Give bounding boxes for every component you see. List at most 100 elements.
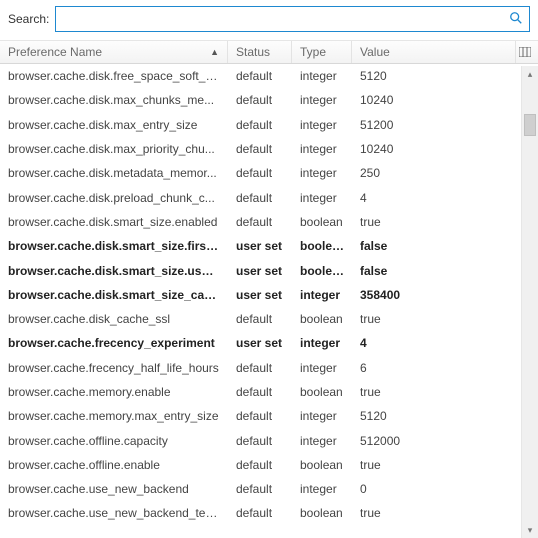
status-cell: default (228, 409, 292, 423)
status-cell: user set (228, 264, 292, 278)
pref-name-cell: browser.cache.memory.enable (0, 385, 228, 399)
value-cell: 358400 (352, 288, 538, 302)
status-cell: default (228, 166, 292, 180)
pref-name-cell: browser.cache.frecency_experiment (0, 336, 228, 350)
type-cell: integer (292, 288, 352, 302)
value-cell: 51200 (352, 118, 538, 132)
table-row[interactable]: browser.cache.disk.preload_chunk_c...def… (0, 185, 538, 209)
type-cell: boolean (292, 506, 352, 520)
table-row[interactable]: browser.cache.use_new_backend_tempdefaul… (0, 501, 538, 525)
column-header-value[interactable]: Value (352, 41, 516, 63)
value-cell: 5120 (352, 409, 538, 423)
pref-name-cell: browser.cache.frecency_half_life_hours (0, 361, 228, 375)
type-cell: integer (292, 118, 352, 132)
pref-name-cell: browser.cache.memory.max_entry_size (0, 409, 228, 423)
table-row[interactable]: browser.cache.disk_cache_ssldefaultboole… (0, 307, 538, 331)
pref-name-cell: browser.cache.disk.metadata_memor... (0, 166, 228, 180)
table-row[interactable]: browser.cache.disk.metadata_memor...defa… (0, 161, 538, 185)
status-cell: default (228, 312, 292, 326)
status-cell: user set (228, 288, 292, 302)
table-row[interactable]: browser.cache.disk.max_entry_sizedefault… (0, 113, 538, 137)
pref-name-cell: browser.cache.disk.smart_size.first... (0, 239, 228, 253)
value-cell: false (352, 264, 538, 278)
column-label: Status (236, 45, 270, 59)
status-cell: default (228, 93, 292, 107)
pref-name-cell: browser.cache.disk.free_space_soft_li... (0, 69, 228, 83)
scroll-up-icon[interactable]: ▴ (522, 66, 538, 82)
table-row[interactable]: browser.cache.offline.capacitydefaultint… (0, 428, 538, 452)
table-row[interactable]: browser.cache.memory.max_entry_sizedefau… (0, 404, 538, 428)
type-cell: integer (292, 434, 352, 448)
value-cell: 512000 (352, 434, 538, 448)
status-cell: default (228, 191, 292, 205)
table-row[interactable]: browser.cache.disk.smart_size.enableddef… (0, 210, 538, 234)
status-cell: default (228, 69, 292, 83)
value-cell: true (352, 385, 538, 399)
type-cell: boolean (292, 215, 352, 229)
type-cell: boolean (292, 239, 352, 253)
value-cell: true (352, 312, 538, 326)
type-cell: integer (292, 69, 352, 83)
scroll-down-icon[interactable]: ▾ (522, 522, 538, 538)
pref-name-cell: browser.cache.disk.smart_size.enabled (0, 215, 228, 229)
value-cell: true (352, 506, 538, 520)
table-row[interactable]: browser.cache.disk.smart_size.use_...use… (0, 258, 538, 282)
table-row[interactable]: browser.cache.disk.max_chunks_me...defau… (0, 88, 538, 112)
sort-ascending-icon: ▲ (210, 47, 219, 57)
column-label: Preference Name (8, 45, 102, 59)
table-row[interactable]: browser.cache.frecency_half_life_hoursde… (0, 356, 538, 380)
vertical-scrollbar[interactable]: ▴ ▾ (521, 66, 538, 538)
table-row[interactable]: browser.cache.use_new_backenddefaultinte… (0, 477, 538, 501)
column-header-status[interactable]: Status (228, 41, 292, 63)
status-cell: default (228, 215, 292, 229)
search-bar: Search: (0, 0, 538, 40)
status-cell: user set (228, 239, 292, 253)
table-row[interactable]: browser.cache.frecency_experimentuser se… (0, 331, 538, 355)
table-row[interactable]: browser.cache.offline.enabledefaultboole… (0, 453, 538, 477)
pref-name-cell: browser.cache.disk_cache_ssl (0, 312, 228, 326)
type-cell: integer (292, 166, 352, 180)
status-cell: default (228, 506, 292, 520)
scroll-thumb[interactable] (524, 114, 536, 136)
value-cell: 6 (352, 361, 538, 375)
table-row[interactable]: browser.cache.disk.smart_size.first...us… (0, 234, 538, 258)
status-cell: default (228, 118, 292, 132)
value-cell: 4 (352, 336, 538, 350)
type-cell: integer (292, 142, 352, 156)
table-row[interactable]: browser.cache.disk.free_space_soft_li...… (0, 64, 538, 88)
status-cell: default (228, 458, 292, 472)
pref-name-cell: browser.cache.offline.capacity (0, 434, 228, 448)
search-icon[interactable] (509, 11, 523, 28)
type-cell: boolean (292, 458, 352, 472)
pref-name-cell: browser.cache.use_new_backend (0, 482, 228, 496)
table-row[interactable]: browser.cache.memory.enabledefaultboolea… (0, 380, 538, 404)
status-cell: default (228, 482, 292, 496)
table-body: browser.cache.disk.free_space_soft_li...… (0, 64, 538, 526)
search-label: Search: (8, 12, 49, 26)
table-row[interactable]: browser.cache.disk.max_priority_chu...de… (0, 137, 538, 161)
value-cell: 4 (352, 191, 538, 205)
type-cell: boolean (292, 264, 352, 278)
column-label: Value (360, 45, 390, 59)
value-cell: 0 (352, 482, 538, 496)
status-cell: default (228, 385, 292, 399)
value-cell: 10240 (352, 93, 538, 107)
value-cell: 10240 (352, 142, 538, 156)
type-cell: boolean (292, 312, 352, 326)
column-header-type[interactable]: Type (292, 41, 352, 63)
status-cell: user set (228, 336, 292, 350)
status-cell: default (228, 142, 292, 156)
pref-name-cell: browser.cache.disk.preload_chunk_c... (0, 191, 228, 205)
pref-name-cell: browser.cache.disk.smart_size.use_... (0, 264, 228, 278)
type-cell: integer (292, 191, 352, 205)
pref-name-cell: browser.cache.disk.max_chunks_me... (0, 93, 228, 107)
pref-name-cell: browser.cache.offline.enable (0, 458, 228, 472)
search-input[interactable] (64, 8, 509, 30)
column-picker-icon[interactable] (516, 47, 534, 57)
search-input-wrap[interactable] (55, 6, 530, 32)
pref-name-cell: browser.cache.disk.max_priority_chu... (0, 142, 228, 156)
pref-name-cell: browser.cache.use_new_backend_temp (0, 506, 228, 520)
column-header-preference-name[interactable]: Preference Name ▲ (0, 41, 228, 63)
table-row[interactable]: browser.cache.disk.smart_size_cac...user… (0, 283, 538, 307)
type-cell: boolean (292, 385, 352, 399)
